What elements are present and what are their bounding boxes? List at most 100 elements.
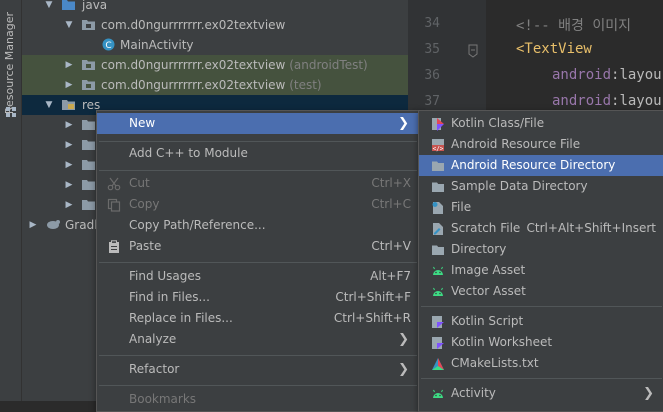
tree-label: Gradl (65, 218, 98, 232)
chevron-right-icon[interactable]: ▶ (64, 195, 74, 215)
chevron-right-icon[interactable]: ▶ (64, 155, 74, 175)
source-folder-icon (62, 0, 75, 10)
line-number: 36 (424, 68, 440, 83)
line-number: 34 (424, 16, 440, 31)
submenu-item-android-resource-directory[interactable]: Android Resource Directory (419, 155, 663, 176)
resource-file-icon: </> (432, 139, 444, 153)
tree-row-package-androidtest[interactable]: ▶ com.d0ngurrrrrrr.ex02textview (android… (22, 55, 408, 75)
code-attribute: android:layou (552, 67, 662, 83)
file-icon (432, 202, 443, 214)
menu-item-find-in-files[interactable]: Find in Files... Ctrl+Shift+F (97, 287, 419, 308)
menu-separator (99, 262, 417, 263)
code-tag: <TextView (516, 41, 592, 57)
chevron-right-icon[interactable]: ▶ (28, 215, 38, 235)
tree-row-package-test[interactable]: ▶ com.d0ngurrrrrrr.ex02textview (test) (22, 75, 408, 95)
tree-row-java[interactable]: ▼ java (22, 0, 408, 15)
tree-label: com.d0ngurrrrrrr.ex02textview (androidTe… (101, 58, 368, 72)
chevron-right-icon: ❯ (398, 332, 409, 347)
submenu-item-kotlin-worksheet[interactable]: Kotlin Worksheet (419, 332, 663, 353)
submenu-item-kotlin-script[interactable]: Kotlin Script (419, 311, 663, 332)
submenu-item-directory[interactable]: Directory (419, 239, 663, 260)
submenu-item-sample-data-directory[interactable]: Sample Data Directory (419, 176, 663, 197)
folder-icon (432, 161, 444, 171)
scissors-icon (107, 177, 121, 191)
menu-separator (99, 355, 417, 356)
kotlin-worksheet-icon (432, 337, 444, 349)
code-comment: <!-- 배경 이미지 (516, 18, 631, 34)
line-number: 37 (424, 94, 440, 109)
android-icon (433, 266, 443, 275)
menu-separator (99, 385, 417, 386)
menu-item-new[interactable]: New ❯ (97, 113, 419, 134)
new-submenu: Kotlin Class/File </> Android Resource F… (418, 110, 663, 412)
menu-item-bookmarks[interactable]: Bookmarks (97, 389, 419, 410)
submenu-item-vector-asset[interactable]: Vector Asset (419, 281, 663, 302)
resource-manager-tab[interactable]: Resource Manager (3, 12, 16, 114)
chevron-right-icon[interactable]: ▶ (64, 175, 74, 195)
chevron-right-icon: ❯ (398, 362, 409, 377)
tool-strip: Resource Manager (0, 0, 22, 401)
submenu-item-kotlin-class[interactable]: Kotlin Class/File (419, 113, 663, 134)
menu-item-refactor[interactable]: Refactor ❯ (97, 359, 419, 380)
menu-separator (421, 306, 662, 307)
resource-manager-icon[interactable] (5, 106, 17, 118)
kotlin-file-icon (432, 118, 444, 131)
folder-icon (82, 140, 95, 150)
menu-item-find-usages[interactable]: Find Usages Alt+F7 (97, 266, 419, 287)
copy-icon (107, 198, 121, 212)
cmake-icon (432, 358, 444, 370)
submenu-item-android-resource-file[interactable]: </> Android Resource File (419, 134, 663, 155)
menu-item-add-cpp[interactable]: Add C++ to Module (97, 143, 419, 164)
android-icon (433, 389, 443, 398)
submenu-item-cmakelists[interactable]: CMakeLists.txt (419, 353, 663, 374)
fold-marker-icon[interactable] (468, 44, 478, 58)
context-menu: New ❯ Add C++ to Module Cut Ctrl+X Copy … (96, 110, 420, 412)
chevron-right-icon[interactable]: ▶ (64, 135, 74, 155)
menu-item-analyze[interactable]: Analyze ❯ (97, 329, 419, 350)
menu-item-copy-path[interactable]: Copy Path/Reference... (97, 215, 419, 236)
menu-separator (99, 141, 417, 142)
chevron-right-icon[interactable]: ▶ (64, 75, 74, 95)
chevron-down-icon[interactable]: ▼ (44, 0, 54, 15)
tree-label: com.d0ngurrrrrrr.ex02textview (101, 18, 286, 32)
folder-icon (432, 245, 444, 255)
chevron-down-icon[interactable]: ▼ (64, 15, 74, 35)
svg-text:</>: </> (433, 146, 444, 153)
tree-label: MainActivity (120, 38, 194, 52)
chevron-right-icon: ❯ (398, 116, 409, 131)
folder-icon (82, 160, 95, 170)
menu-item-cut[interactable]: Cut Ctrl+X (97, 173, 419, 194)
resource-folder-icon (62, 100, 75, 110)
kotlin-script-icon (432, 316, 444, 328)
tree-suffix: (androidTest) (289, 58, 368, 72)
submenu-item-file[interactable]: File (419, 197, 663, 218)
class-icon: C (102, 38, 115, 51)
tree-suffix: (test) (289, 78, 322, 92)
gradle-icon (47, 220, 60, 229)
folder-icon (82, 200, 95, 210)
package-folder-icon (82, 80, 95, 90)
submenu-item-scratch-file[interactable]: Scratch File Ctrl+Alt+Shift+Insert (419, 218, 663, 239)
scratch-file-icon (433, 223, 443, 235)
android-icon (433, 287, 443, 296)
svg-text:C: C (105, 41, 111, 51)
folder-icon (432, 182, 444, 192)
tree-label: com.d0ngurrrrrrr.ex02textview (test) (101, 78, 322, 92)
chevron-right-icon[interactable]: ▶ (64, 55, 74, 75)
folder-icon (82, 120, 95, 130)
folder-icon (82, 180, 95, 190)
chevron-right-icon[interactable]: ▶ (64, 115, 74, 135)
line-number: 35 (424, 42, 440, 57)
tree-label: java (82, 0, 108, 12)
menu-separator (99, 170, 417, 171)
clipboard-icon (109, 240, 119, 253)
menu-item-copy[interactable]: Copy Ctrl+C (97, 194, 419, 215)
menu-item-paste[interactable]: Paste Ctrl+V (97, 236, 419, 257)
tree-row-mainactivity[interactable]: C MainActivity (22, 35, 408, 55)
package-folder-icon (82, 20, 95, 30)
package-folder-icon (82, 60, 95, 70)
menu-item-replace-in-files[interactable]: Replace in Files... Ctrl+Shift+R (97, 308, 419, 329)
tree-row-package[interactable]: ▼ com.d0ngurrrrrrr.ex02textview (22, 15, 408, 35)
chevron-down-icon[interactable]: ▼ (44, 95, 54, 115)
submenu-item-image-asset[interactable]: Image Asset (419, 260, 663, 281)
